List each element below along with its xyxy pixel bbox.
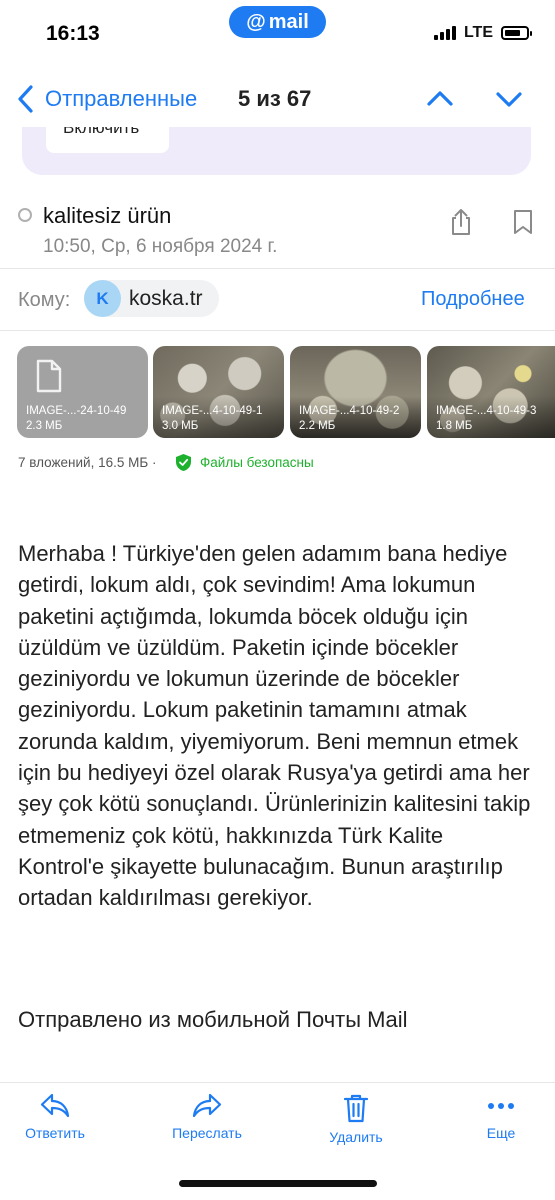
shield-check-icon: [176, 454, 191, 471]
home-indicator[interactable]: [179, 1180, 377, 1187]
read-status-indicator[interactable]: [18, 208, 32, 222]
mail-app-badge[interactable]: @ mail: [229, 6, 326, 38]
back-button[interactable]: [10, 82, 40, 116]
next-message-button[interactable]: [494, 84, 524, 114]
reply-icon: [40, 1093, 70, 1118]
app-badge-label: mail: [268, 10, 309, 33]
avatar: K: [84, 280, 121, 317]
bookmark-icon: [514, 210, 532, 234]
to-label: Кому:: [18, 289, 71, 311]
trash-icon: [343, 1094, 369, 1123]
attachments-summary: 7 вложений, 16.5 МБ ·: [18, 455, 157, 470]
chevron-down-icon: [496, 92, 522, 107]
attachment-tile[interactable]: IMAGE-...4-10-49-2 2.2 МБ: [290, 346, 421, 438]
more-button[interactable]: Еще: [451, 1093, 551, 1141]
message-signature: Отправлено из мобильной Почты Mail: [18, 1007, 408, 1032]
promo-button-label: Включить: [63, 127, 140, 137]
signal-icon: [433, 26, 456, 40]
file-icon: [36, 359, 62, 393]
chevron-left-icon: [18, 85, 33, 113]
recipient-name: koska.tr: [129, 286, 203, 310]
attachment-name: IMAGE-...4-10-49-2: [299, 405, 400, 417]
more-label: Еще: [486, 1125, 516, 1141]
delete-label: Удалить: [329, 1129, 383, 1145]
files-safe-label: Файлы безопасны: [200, 455, 314, 470]
delete-button[interactable]: Удалить: [306, 1093, 406, 1145]
previous-message-button[interactable]: [425, 84, 455, 114]
promo-enable-button[interactable]: Включить: [46, 127, 169, 153]
message-body: Merhaba ! Türkiye'den gelen adamım bana …: [18, 541, 531, 911]
attachment-tile[interactable]: IMAGE-...-24-10-49 2.3 МБ: [17, 346, 148, 438]
network-label: LTE: [463, 24, 493, 41]
share-icon: [452, 209, 470, 235]
attachment-name: IMAGE-...4-10-49-1: [162, 405, 263, 417]
attachment-tile[interactable]: IMAGE-...4-10-49-3 1.8 МБ: [427, 346, 555, 438]
folder-name-link[interactable]: Отправленные: [45, 86, 197, 112]
files-safe-status: Файлы безопасны: [175, 453, 314, 472]
toolbar-divider: [0, 1082, 555, 1083]
forward-label: Переслать: [172, 1125, 242, 1141]
attachment-size: 1.8 МБ: [436, 420, 473, 432]
chevron-up-icon: [427, 91, 453, 106]
reply-label: Ответить: [25, 1125, 85, 1141]
battery-icon: [501, 26, 532, 40]
attachment-size: 2.2 МБ: [299, 420, 336, 432]
attachment-name: IMAGE-...-24-10-49: [26, 405, 127, 417]
divider: [0, 330, 555, 331]
attachment-name: IMAGE-...4-10-49-3: [436, 405, 537, 417]
at-icon: @: [246, 10, 266, 33]
details-link[interactable]: Подробнее: [421, 288, 525, 311]
message-subject: kalitesiz ürün: [43, 203, 172, 228]
forward-button[interactable]: Переслать: [157, 1093, 257, 1141]
status-indicators: LTE: [433, 24, 532, 42]
message-position: 5 из 67: [238, 86, 312, 111]
attachment-size: 3.0 МБ: [162, 420, 199, 432]
more-dots-icon: [488, 1103, 514, 1109]
divider: [0, 268, 555, 269]
status-time: 16:13: [46, 22, 100, 45]
attachment-tile[interactable]: IMAGE-...4-10-49-1 3.0 МБ: [153, 346, 284, 438]
reply-button[interactable]: Ответить: [5, 1093, 105, 1141]
share-button[interactable]: [447, 207, 475, 237]
bookmark-button[interactable]: [510, 208, 536, 236]
attachment-size: 2.3 МБ: [26, 420, 63, 432]
message-date: 10:50, Ср, 6 ноября 2024 г.: [43, 236, 278, 257]
recipient-chip[interactable]: K koska.tr: [84, 280, 219, 317]
forward-icon: [192, 1093, 222, 1118]
